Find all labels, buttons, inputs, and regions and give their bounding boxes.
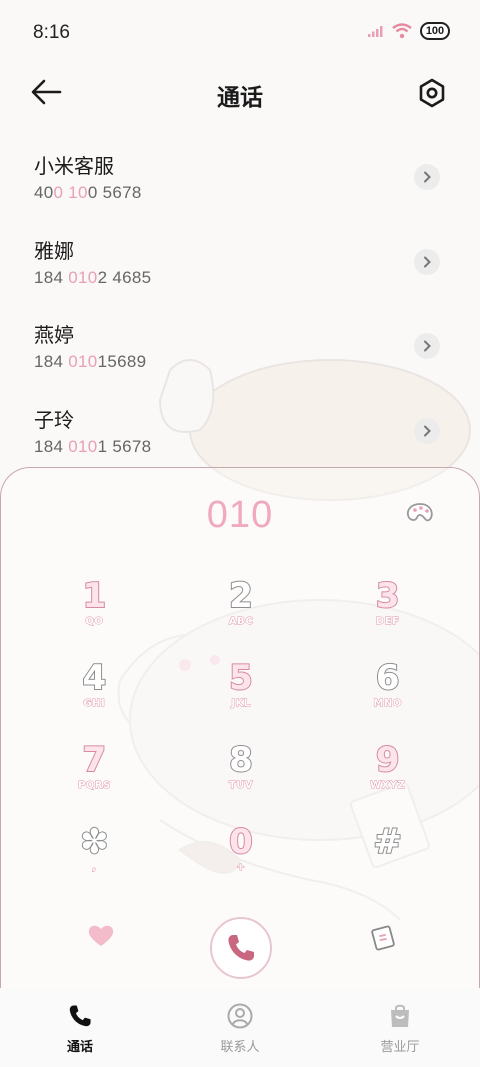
contact-item[interactable]: 小米客服 400 100 5678 bbox=[0, 140, 480, 225]
chevron-right-icon bbox=[424, 171, 431, 183]
contact-name: 燕婷 bbox=[34, 323, 74, 347]
chevron-right-icon bbox=[424, 256, 431, 267]
phone-call-icon bbox=[228, 935, 254, 961]
key-7[interactable]: 7 PQRS bbox=[21, 740, 168, 802]
contact-number: 400 100 5678 bbox=[34, 183, 142, 202]
heart-icon bbox=[88, 925, 114, 946]
status-time: 8:16 bbox=[33, 22, 70, 43]
key-8[interactable]: 8 TUV bbox=[168, 740, 315, 802]
tab-label: 营业厅 bbox=[380, 1040, 420, 1055]
key-digit: 1 bbox=[81, 576, 107, 616]
status-bar: 8:16 100 bbox=[0, 0, 480, 64]
contact-detail-button[interactable] bbox=[414, 248, 440, 275]
key-letters: DEF bbox=[375, 616, 400, 628]
key-0[interactable]: 0 + bbox=[168, 822, 315, 884]
battery-icon: 100 bbox=[420, 22, 450, 40]
key-2[interactable]: 2 ABC bbox=[168, 576, 315, 638]
key-4[interactable]: 4 GHI bbox=[21, 658, 168, 720]
key-letters: QO bbox=[85, 616, 104, 628]
dialer-actions bbox=[1, 917, 480, 988]
contact-detail-button[interactable] bbox=[414, 164, 440, 190]
settings-button[interactable] bbox=[418, 78, 448, 108]
contact-item[interactable]: 子玲 184 0101 5678 bbox=[0, 394, 480, 479]
contact-name: 雅娜 bbox=[34, 238, 74, 263]
contact-detail-button[interactable] bbox=[414, 333, 440, 359]
key-letters: PQRS bbox=[77, 780, 111, 792]
key-digit: # bbox=[372, 822, 402, 862]
key-letters: GHI bbox=[83, 698, 106, 710]
shopping-bag-icon bbox=[386, 1002, 414, 1030]
key-digit: 9 bbox=[375, 740, 401, 780]
key-letters: MNO bbox=[373, 698, 402, 710]
theme-palette-button[interactable] bbox=[405, 502, 435, 528]
contact-number: 184 01015689 bbox=[34, 352, 147, 371]
contact-detail-button[interactable] bbox=[414, 417, 440, 444]
tab-contacts[interactable]: 联系人 bbox=[160, 988, 320, 1067]
chevron-right-icon bbox=[424, 340, 431, 352]
contact-item[interactable]: 燕婷 184 01015689 bbox=[0, 309, 480, 394]
key-digit: 5 bbox=[228, 658, 254, 698]
contact-item[interactable]: 雅娜 184 0102 4685 bbox=[0, 225, 480, 310]
palette-icon bbox=[406, 503, 433, 522]
page-title: 通话 bbox=[217, 85, 263, 111]
key-6[interactable]: 6 MNO bbox=[314, 658, 461, 720]
tab-service-hall[interactable]: 营业厅 bbox=[320, 988, 480, 1067]
key-digit: 6 bbox=[375, 658, 401, 698]
key-hash[interactable]: # bbox=[314, 822, 461, 884]
contact-list: 小米客服 400 100 5678 雅娜 184 0102 4685 燕婷 18… bbox=[0, 140, 480, 478]
key-digit: 7 bbox=[81, 740, 107, 780]
key-3[interactable]: 3 DEF bbox=[314, 576, 461, 638]
key-1[interactable]: 1 QO bbox=[21, 576, 168, 638]
status-icons: 100 bbox=[368, 22, 450, 40]
phone-icon bbox=[66, 1002, 94, 1030]
key-letters: , bbox=[92, 862, 97, 874]
key-5[interactable]: 5 JKL bbox=[168, 658, 315, 720]
bottom-nav: 通话 联系人 营业厅 bbox=[0, 988, 480, 1067]
key-letters: JKL bbox=[231, 698, 251, 710]
key-digit: 0 bbox=[228, 822, 254, 862]
key-digit: 3 bbox=[375, 576, 401, 616]
tab-calls[interactable]: 通话 bbox=[0, 988, 160, 1067]
key-digit: 2 bbox=[228, 576, 254, 616]
contact-number: 184 0102 4685 bbox=[34, 267, 152, 287]
key-digit: 4 bbox=[81, 658, 107, 698]
contact-person-icon bbox=[226, 1002, 254, 1030]
key-9[interactable]: 9 WXYZ bbox=[314, 740, 461, 802]
wifi-icon bbox=[392, 23, 412, 39]
contact-name: 小米客服 bbox=[34, 154, 114, 178]
tab-label: 通话 bbox=[66, 1040, 93, 1055]
chevron-right-icon bbox=[424, 425, 431, 436]
tab-label: 联系人 bbox=[220, 1040, 260, 1055]
keypad: 1 QO 2 ABC 3 DEF 4 GHI 5 JKL 6 MNO 7 PQRS 8 TUV … bbox=[21, 576, 461, 884]
key-digit: ✽ bbox=[79, 822, 109, 862]
signal-icon bbox=[368, 26, 383, 37]
dialer-panel: 010 1 QO 2 ABC 3 DEF 4 GHI 5 JKL 6 MNO 7 PQRS 8… bbox=[0, 467, 480, 1067]
settings-hexagon-icon bbox=[419, 78, 445, 108]
key-letters: WXYZ bbox=[370, 780, 406, 792]
key-letters: + bbox=[236, 862, 246, 874]
call-button[interactable] bbox=[210, 917, 272, 979]
header: 通话 bbox=[0, 66, 480, 122]
notes-icon bbox=[371, 925, 395, 951]
key-star[interactable]: ✽, bbox=[21, 822, 168, 884]
key-letters: TUV bbox=[228, 780, 254, 792]
contact-name: 子玲 bbox=[34, 407, 74, 432]
key-digit: 8 bbox=[228, 740, 254, 780]
notes-button[interactable] bbox=[369, 924, 397, 952]
contact-number: 184 0101 5678 bbox=[34, 436, 152, 456]
favorites-button[interactable] bbox=[87, 924, 115, 950]
key-letters: ABC bbox=[228, 616, 254, 628]
